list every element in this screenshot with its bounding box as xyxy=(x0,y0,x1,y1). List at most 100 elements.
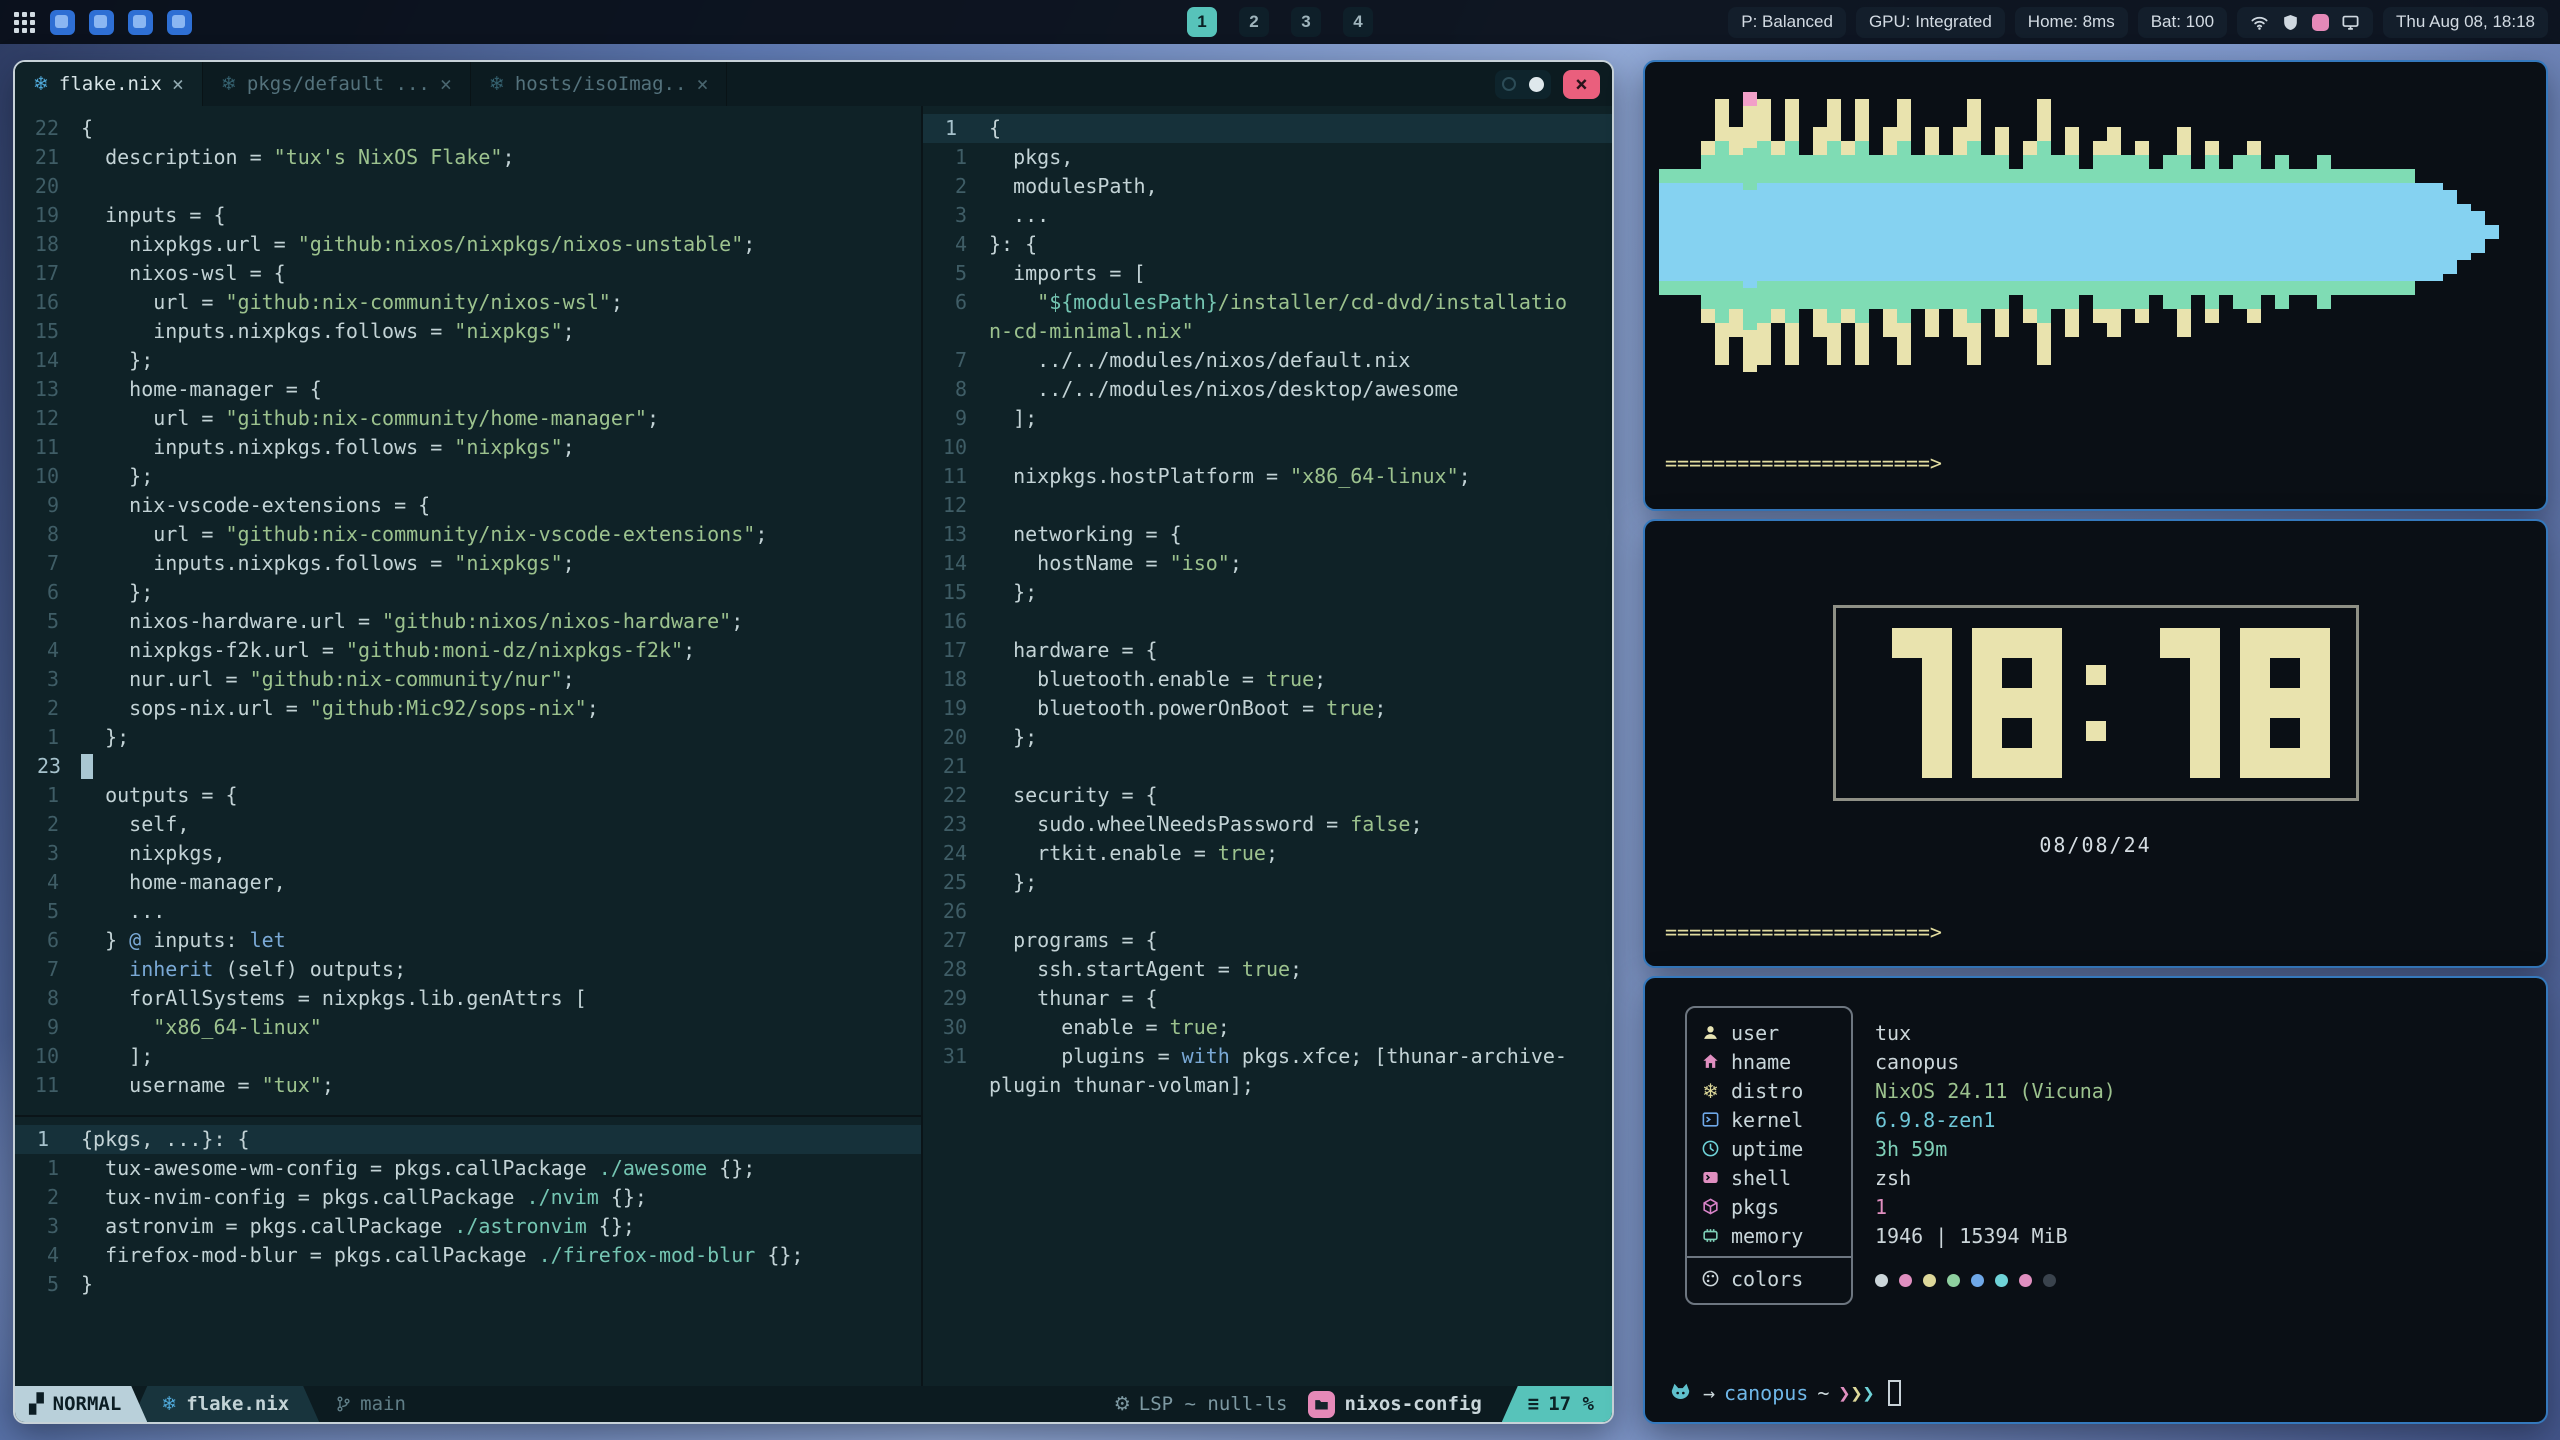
code-text: inputs.nixpkgs.follows = "nixpkgs"; xyxy=(81,317,575,346)
line-number: 10 xyxy=(923,433,989,462)
battery-widget: Bat: 100 xyxy=(2138,7,2227,38)
code-line: 15 inputs.nixpkgs.follows = "nixpkgs"; xyxy=(15,317,921,346)
prompt-hostname: canopus xyxy=(1724,1381,1808,1405)
code-text: nix-vscode-extensions = { xyxy=(81,491,430,520)
code-text: home-manager = { xyxy=(81,375,322,404)
line-number: 7 xyxy=(15,549,81,578)
line-number: 22 xyxy=(15,114,81,143)
apps-grid-icon[interactable] xyxy=(12,10,36,34)
code-line: 17 hardware = { xyxy=(923,636,1612,665)
line-number: 28 xyxy=(923,955,989,984)
visualizer-column xyxy=(2485,225,2499,239)
line-number: 2 xyxy=(15,1183,81,1212)
visualizer-column xyxy=(1897,99,1911,365)
code-line: 3 astronvim = pkgs.callPackage ./astronv… xyxy=(15,1212,921,1241)
code-text: url = "github:nix-community/nix-vscode-e… xyxy=(81,520,767,549)
line-number: 10 xyxy=(15,462,81,491)
visualizer-column xyxy=(2205,141,2219,323)
shell-prompt[interactable]: →canopus~❯❯❯ xyxy=(1667,1380,1901,1406)
app-icon[interactable] xyxy=(167,10,192,35)
app-icon[interactable] xyxy=(128,10,153,35)
prompt-path: ~ xyxy=(1817,1381,1829,1405)
line-number: 3 xyxy=(15,1212,81,1241)
shell-icon xyxy=(1701,1168,1720,1187)
line-number: 4 xyxy=(15,1241,81,1270)
code-text: hardware = { xyxy=(989,636,1158,665)
tab-close-icon[interactable]: × xyxy=(440,72,452,96)
visualizer-column xyxy=(1967,99,1981,365)
line-number: 25 xyxy=(923,868,989,897)
line-number: 9 xyxy=(15,491,81,520)
workspace-tag-4[interactable]: 4 xyxy=(1343,7,1373,37)
visualizer-column xyxy=(1925,127,1939,337)
visualizer-column xyxy=(1659,169,1673,295)
visualizer-column xyxy=(2345,169,2359,295)
line-number: 27 xyxy=(923,926,989,955)
code-line: 6 "${modulesPath}/installer/cd-dvd/insta… xyxy=(923,288,1612,317)
mode-segment: ▞ NORMAL xyxy=(15,1386,147,1422)
close-window-button[interactable]: × xyxy=(1563,70,1600,99)
wifi-icon[interactable] xyxy=(2250,13,2269,32)
top-status-bar: 1 2 3 4 P: Balanced GPU: Integrated Home… xyxy=(0,0,2560,44)
visualizer-column xyxy=(2107,127,2121,337)
shield-icon[interactable] xyxy=(2281,13,2300,32)
code-line: 11 nixpkgs.hostPlatform = "x86_64-linux"… xyxy=(923,462,1612,491)
code-line: 23 sudo.wheelNeedsPassword = false; xyxy=(923,810,1612,839)
code-line: 2 self, xyxy=(15,810,921,839)
display-icon[interactable] xyxy=(2341,13,2360,32)
line-number: 3 xyxy=(15,665,81,694)
tab-pkgs-default[interactable]: ❄ pkgs/default ... × xyxy=(203,62,471,106)
toggle-off-dot xyxy=(1502,77,1516,91)
code-text: inputs.nixpkgs.follows = "nixpkgs"; xyxy=(81,433,575,462)
line-number: 22 xyxy=(923,781,989,810)
code-line: 4}: { xyxy=(923,230,1612,259)
code-text: ]; xyxy=(81,1042,153,1071)
pane-pkgs-default[interactable]: 1{pkgs, ...}: {1 tux-awesome-wm-config =… xyxy=(15,1117,921,1386)
pane-flake-nix[interactable]: 22{21 description = "tux's NixOS Flake";… xyxy=(15,106,921,1115)
code-line: 5 ... xyxy=(15,897,921,926)
clock-digit xyxy=(1862,628,1952,778)
line-number: 5 xyxy=(923,259,989,288)
code-text: networking = { xyxy=(989,520,1182,549)
code-text: tux-nvim-config = pkgs.callPackage ./nvi… xyxy=(81,1183,647,1212)
line-number: 23 xyxy=(15,752,81,781)
clock-digit xyxy=(2130,628,2220,778)
code-line: 3 ... xyxy=(923,201,1612,230)
now-playing-block: ======================> Playing: d (coff… xyxy=(1645,857,2546,968)
code-text: nixos-wsl = { xyxy=(81,259,286,288)
visualizer-column xyxy=(1673,169,1687,295)
tab-hosts-isoimage[interactable]: ❄ hosts/isoImag.. × xyxy=(471,62,728,106)
clock-digits xyxy=(1862,628,2330,778)
code-line: 1 tux-awesome-wm-config = pkgs.callPacka… xyxy=(15,1154,921,1183)
line-number: 2 xyxy=(15,810,81,839)
code-line: 20 xyxy=(15,172,921,201)
line-number: 14 xyxy=(923,549,989,578)
visualizer-column xyxy=(1813,127,1827,337)
tab-flake-nix[interactable]: ❄ flake.nix × xyxy=(15,62,203,106)
line-number: 9 xyxy=(15,1013,81,1042)
code-line: 30 enable = true; xyxy=(923,1013,1612,1042)
app-icon[interactable] xyxy=(50,10,75,35)
workspace-tag-2[interactable]: 2 xyxy=(1239,7,1269,37)
code-text: inherit (self) outputs; xyxy=(81,955,406,984)
code-line: 10 }; xyxy=(15,462,921,491)
workspace-tag-3[interactable]: 3 xyxy=(1291,7,1321,37)
palette-dot xyxy=(2019,1274,2032,1287)
code-line: 3 nur.url = "github:nix-community/nur"; xyxy=(15,665,921,694)
theme-toggle-button[interactable] xyxy=(1495,70,1551,99)
fetch-value-memory: 1946 | 15394 MiB xyxy=(1875,1221,2116,1250)
app-icon[interactable] xyxy=(89,10,114,35)
visualizer-column xyxy=(1981,155,1995,309)
code-text: nixpkgs.hostPlatform = "x86_64-linux"; xyxy=(989,462,1471,491)
screenshot-icon[interactable] xyxy=(2312,14,2329,31)
nix-file-icon: ❄ xyxy=(489,73,505,95)
fetch-value-hname: canopus xyxy=(1875,1047,2116,1076)
tab-close-icon[interactable]: × xyxy=(172,72,184,96)
tab-close-icon[interactable]: × xyxy=(696,72,708,96)
workspace-tag-1[interactable]: 1 xyxy=(1187,7,1217,37)
pane-iso-image[interactable]: 1{1 pkgs,2 modulesPath,3 ...4}: {5 impor… xyxy=(923,106,1612,1386)
tab-label: pkgs/default ... xyxy=(247,73,430,95)
position-label: 17 % xyxy=(1548,1393,1594,1415)
code-text: inputs = { xyxy=(81,201,226,230)
line-number: 26 xyxy=(923,897,989,926)
